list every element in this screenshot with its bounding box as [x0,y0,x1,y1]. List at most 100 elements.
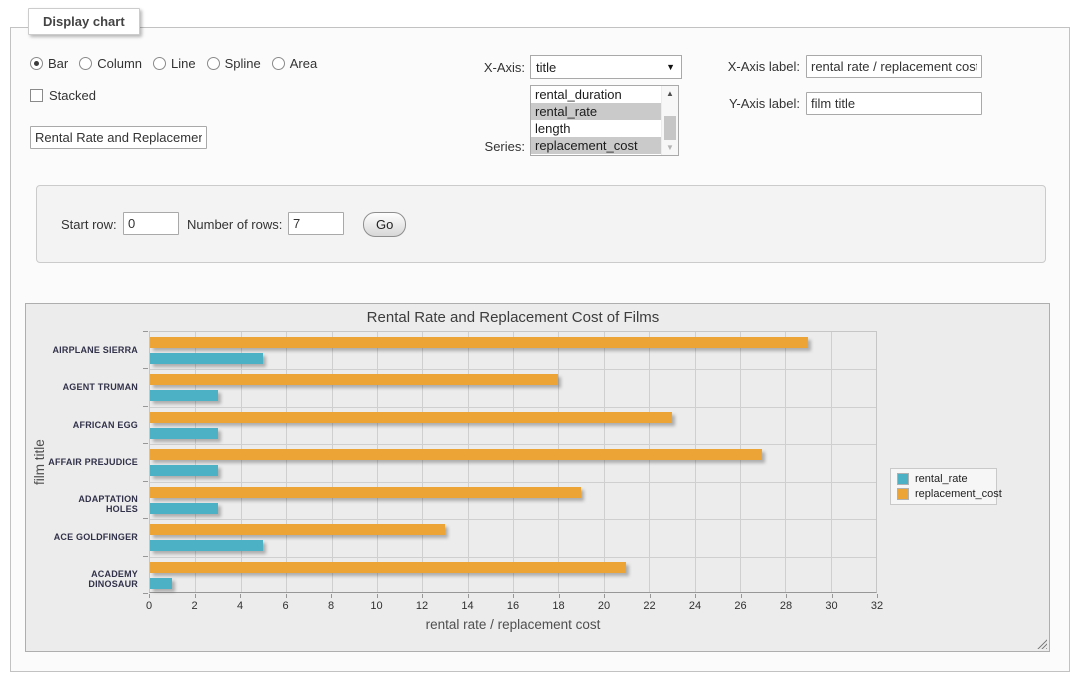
x-tick [286,594,287,598]
y-tick [143,481,148,482]
scrollbar-down-icon[interactable]: ▼ [662,140,678,155]
rows-panel: Start row: Number of rows: Go [36,185,1046,263]
x-tick-label: 30 [825,600,837,612]
category-label: AGENT TRUMAN [46,382,144,392]
scrollbar-up-icon[interactable]: ▲ [662,86,678,101]
chart-type-radio-bar[interactable]: Bar [30,56,68,71]
series-option-rental_duration[interactable]: rental_duration [531,86,661,103]
series-option-replacement_cost[interactable]: replacement_cost [531,137,661,154]
y-axis-label-input[interactable] [806,92,982,115]
legend-label: replacement_cost [915,488,1002,500]
x-tick [832,594,833,598]
number-of-rows-input[interactable] [288,212,344,235]
chart-legend: rental_ratereplacement_cost [890,468,997,505]
x-axis-select[interactable]: title ▼ [530,55,682,79]
x-tick-label: 24 [689,600,701,612]
chart-type-radio-area[interactable]: Area [272,56,317,71]
rental_rate-bar [150,428,218,439]
x-tick [559,594,560,598]
series-select-label: Series: [445,139,525,154]
y-tick [143,331,148,332]
radio-icon [272,57,285,70]
resize-grip-icon[interactable] [1035,637,1047,649]
series-option-length[interactable]: length [531,120,661,137]
y-tick [143,593,148,594]
x-tick-label: 22 [643,600,655,612]
scrollbar-thumb[interactable] [664,116,676,140]
x-tick [422,594,423,598]
radio-label: Line [171,56,196,71]
x-tick-label: 8 [328,600,334,612]
category-band [150,369,876,406]
category-axis: AIRPLANE SIERRA AGENT TRUMAN AFRICAN EGG AF… [46,331,144,593]
x-tick [240,594,241,598]
category-band [150,332,876,369]
x-tick [331,594,332,598]
x-tick [877,594,878,598]
category-label: ADAPTATION HOLES [46,494,144,514]
start-row-input[interactable] [123,212,179,235]
replacement_cost-bar [150,449,762,460]
plot-area [149,331,877,593]
page: Display chart BarColumnLineSplineArea St… [0,0,1081,681]
x-tick [741,594,742,598]
radio-icon [30,57,43,70]
x-axis-selected-value: title [536,60,666,75]
category-label: ACE GOLDFINGER [46,532,144,542]
x-tick [377,594,378,598]
category-label: ACADEMY DINOSAUR [46,569,144,589]
rental_rate-bar [150,540,263,551]
category-label: AFRICAN EGG [46,420,144,430]
x-tick-label: 28 [780,600,792,612]
radio-icon [207,57,220,70]
start-row-label: Start row: [61,217,117,232]
x-tick-label: 14 [461,600,473,612]
y-tick [143,406,148,407]
y-tick [143,556,148,557]
checkbox-icon [30,89,43,102]
category-label: AFFAIR PREJUDICE [46,457,144,467]
chart-title: Rental Rate and Replacement Cost of Film… [149,309,877,326]
x-tick [195,594,196,598]
chart-title-input[interactable] [30,126,207,149]
y-axis-label-label: Y-Axis label: [700,96,800,111]
radio-label: Column [97,56,142,71]
y-axis-title: film title [32,331,50,593]
stacked-checkbox[interactable]: Stacked [30,88,96,103]
series-options: rental_durationrental_ratelengthreplacem… [531,86,661,155]
go-button[interactable]: Go [363,212,406,237]
legend-item: replacement_cost [897,488,990,500]
rental_rate-bar [150,503,218,514]
x-tick-label: 4 [237,600,243,612]
rental_rate-bar [150,390,218,401]
legend-swatch-icon [897,488,909,500]
series-option-rental_rate[interactable]: rental_rate [531,103,661,120]
y-tick [143,368,148,369]
chart-type-radio-line[interactable]: Line [153,56,196,71]
replacement_cost-bar [150,487,581,498]
x-axis-label-input[interactable] [806,55,982,78]
replacement_cost-bar [150,374,558,385]
category-band [150,557,876,594]
replacement_cost-bar [150,524,445,535]
replacement_cost-bar [150,562,626,573]
x-axis-select-label: X-Axis: [445,60,525,75]
x-tick [468,594,469,598]
x-tick-label: 2 [191,600,197,612]
x-tick-label: 10 [370,600,382,612]
x-tick-label: 12 [416,600,428,612]
x-tick-label: 18 [552,600,564,612]
x-tick-label: 20 [598,600,610,612]
series-scrollbar[interactable]: ▲ ▼ [661,86,678,155]
series-listbox[interactable]: rental_durationrental_ratelengthreplacem… [530,85,679,156]
chart-type-radio-column[interactable]: Column [79,56,142,71]
chevron-down-icon: ▼ [666,63,675,72]
chart-type-radio-group: Bar Column Line Spline Area [30,56,317,71]
radio-label: Spline [225,56,261,71]
chart-type-radio-spline[interactable]: Spline [207,56,261,71]
category-label: AIRPLANE SIERRA [46,345,144,355]
stacked-label: Stacked [49,88,96,103]
replacement_cost-bar [150,412,672,423]
x-axis-title: rental rate / replacement cost [149,617,877,632]
category-band [150,519,876,556]
